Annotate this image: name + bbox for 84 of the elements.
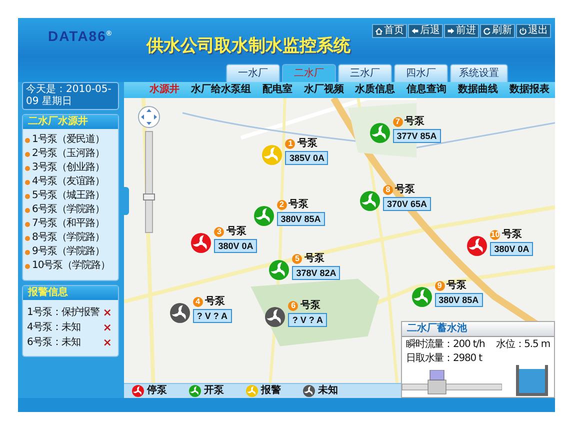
bullet-icon (25, 152, 30, 156)
well-link[interactable]: 6号泵（学院路） (32, 204, 104, 216)
plant-tab[interactable]: 系统设置 (450, 64, 508, 82)
alarm-mark: × (102, 336, 112, 350)
bullet-icon (25, 166, 30, 170)
refresh-icon (483, 27, 491, 35)
pump-label: 号泵 (404, 116, 425, 128)
nav-link[interactable]: 水厂给水泵组 (191, 84, 252, 96)
well-link[interactable]: 8号泵（学院路） (32, 232, 104, 244)
legend-label: 开泵 (204, 385, 224, 397)
nav-link[interactable]: 数据报表 (509, 84, 550, 96)
pump-label: 号泵 (288, 199, 309, 211)
panel-title: 二水厂水源井 (23, 115, 118, 129)
pump-reading: ? V ? A (288, 313, 328, 327)
alarm-text: 4号泵：未知 (27, 322, 80, 334)
bullet-icon (25, 264, 30, 268)
nav-link[interactable]: 配电室 (262, 84, 292, 96)
pump-label: 号泵 (394, 184, 415, 196)
pump-reading: 385V 0A (285, 151, 328, 165)
pump-reading: 370V 65A (382, 197, 431, 211)
pump-reading: 380V 85A (434, 293, 483, 307)
bullet-icon (25, 208, 30, 212)
pump-reading: 380V 0A (214, 239, 258, 253)
nav-link[interactable]: 水质信息 (355, 84, 396, 96)
zoom-slider[interactable] (145, 131, 153, 233)
header-button[interactable]: 前进 (444, 24, 479, 38)
header-button[interactable]: 退出 (516, 24, 551, 38)
pump-reading: 377V 85A (392, 129, 441, 143)
bullet-icon (25, 180, 30, 184)
well-link[interactable]: 2号泵（玉河路） (32, 148, 104, 160)
well-link[interactable]: 3号泵（创业路） (32, 162, 104, 174)
header-button[interactable]: 后退 (408, 24, 443, 38)
well-link[interactable]: 4号泵（友谊路） (32, 176, 104, 188)
pump-label: 号泵 (446, 280, 467, 292)
right-arrow-icon (447, 27, 455, 35)
panel-title: 二水厂蓄水池 (402, 322, 554, 337)
alarm-text: 6号泵：未知 (27, 336, 80, 349)
pump-reading: 380V 85A (276, 212, 325, 226)
date-label: 今天是：2010-05-09 星期日 (22, 82, 119, 110)
water-level-reading: 水位：5.5 m (496, 339, 550, 351)
bullet-icon (25, 250, 30, 254)
flow-reading: 瞬时流量：200 t/h (406, 339, 485, 351)
logo: DATA86$^{®}$ (48, 28, 113, 44)
pump-reading: 380V 0A (490, 242, 534, 256)
alarm-text: 1号泵：保护报警 (27, 306, 100, 319)
pump-label: 号泵 (300, 300, 320, 312)
bullet-icon (25, 222, 30, 226)
legend-label: 报警 (261, 385, 281, 397)
pump-label: 号泵 (304, 253, 324, 265)
pump-label: 号泵 (226, 226, 246, 238)
plant-tab[interactable]: 一水厂 (226, 64, 280, 82)
daily-intake-reading: 日取水量：2980 t (406, 353, 482, 365)
well-link[interactable]: 1号泵（爱民道） (32, 134, 104, 146)
nav-link[interactable]: 数据曲线 (458, 84, 498, 96)
pump-reading: 378V 82A (292, 266, 340, 280)
zoom-slider-thumb[interactable] (143, 194, 155, 200)
bullet-icon (25, 236, 30, 240)
system-title: 供水公司取水制水监控系统 (146, 36, 351, 56)
alarm-mark: × (102, 321, 112, 334)
header-button[interactable]: 首页 (372, 24, 407, 38)
collapse-handle[interactable] (124, 187, 129, 215)
legend-label: 停泵 (147, 385, 167, 397)
well-link[interactable]: 9号泵（学院路） (32, 246, 104, 258)
header-button[interactable]: 刷新 (480, 24, 515, 38)
pump-reading: ? V ? A (192, 309, 232, 323)
nav-link[interactable]: 信息查询 (406, 84, 447, 96)
bullet-icon (25, 194, 30, 198)
power-icon (519, 27, 527, 35)
pump-label: 号泵 (297, 138, 318, 150)
legend-label: 未知 (318, 385, 338, 397)
bullet-icon (25, 138, 30, 142)
pump-label: 号泵 (204, 296, 225, 308)
plant-tab[interactable]: 四水厂 (394, 64, 448, 82)
nav-link[interactable]: 水厂视频 (304, 84, 344, 96)
plant-tab[interactable]: 三水厂 (338, 64, 392, 82)
left-arrow-icon (411, 27, 419, 35)
home-icon (375, 27, 383, 35)
pump-label: 号泵 (502, 229, 522, 241)
well-link[interactable]: 7号泵（和平路） (32, 218, 104, 230)
panel-title: 报警信息 (23, 286, 118, 300)
well-link[interactable]: 10号泵（学院路） (32, 260, 110, 272)
alarm-mark: × (102, 306, 112, 320)
well-link[interactable]: 5号泵（城王路） (32, 190, 104, 202)
map-pan-control[interactable] (138, 106, 160, 128)
